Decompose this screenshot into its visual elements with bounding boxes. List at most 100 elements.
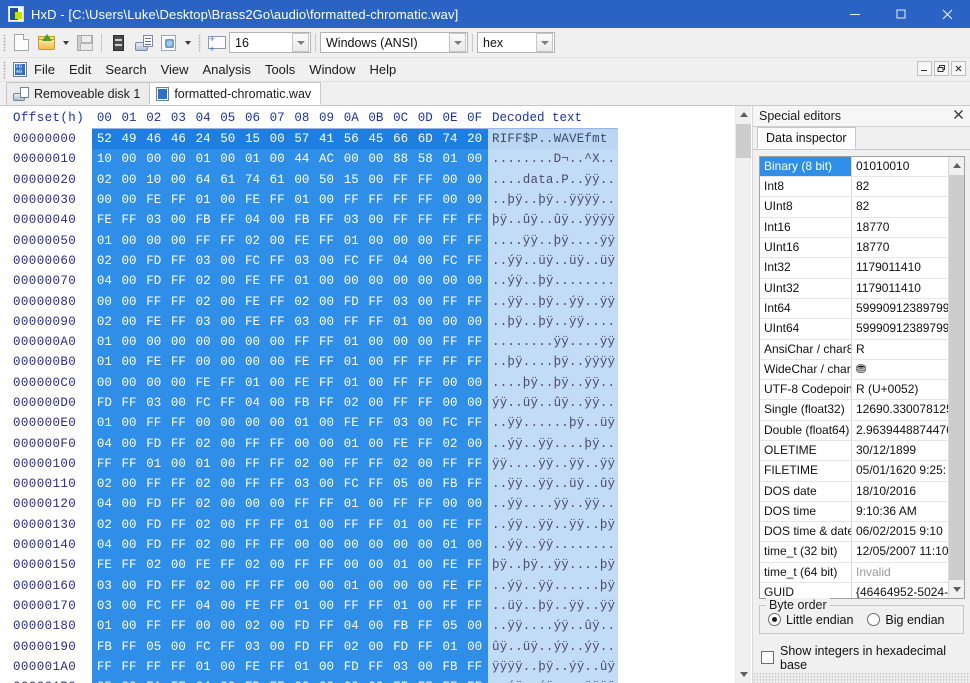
hex-byte-cell[interactable]: 15 xyxy=(240,132,265,146)
hex-byte-cell[interactable]: 03 xyxy=(92,599,117,613)
hex-byte-cell[interactable]: 00 xyxy=(364,335,389,349)
hex-byte-cell[interactable]: 46 xyxy=(166,132,191,146)
hex-byte-cell[interactable]: 46 xyxy=(141,132,166,146)
hex-byte-cell[interactable]: 00 xyxy=(314,599,339,613)
hex-byte-cell[interactable]: 00 xyxy=(364,558,389,572)
hex-row-decoded-text[interactable]: ..ýÿ..ÿÿ........ xyxy=(488,534,618,556)
hex-byte-cell[interactable]: 00 xyxy=(191,619,216,633)
hex-byte-cell[interactable]: 00 xyxy=(215,152,240,166)
hex-row-decoded-text[interactable]: ..ÿÿ..þÿ..ýÿ..ÿÿ xyxy=(488,291,618,312)
hex-byte-cell[interactable]: FF xyxy=(388,193,413,207)
hex-byte-cell[interactable]: 04 xyxy=(240,213,265,227)
hex-byte-cell[interactable]: FE xyxy=(141,315,166,329)
hex-byte-cell[interactable]: 00 xyxy=(166,335,191,349)
hex-byte-cell[interactable]: 00 xyxy=(117,152,142,166)
hex-byte-cell[interactable]: FD xyxy=(141,518,166,532)
hex-byte-cell[interactable]: 00 xyxy=(215,619,240,633)
hex-byte-cell[interactable]: FF xyxy=(215,213,240,227)
hex-byte-cell[interactable]: FF xyxy=(92,457,117,471)
hex-byte-cell[interactable]: 02 xyxy=(240,558,265,572)
hex-byte-cell[interactable]: FF xyxy=(265,193,290,207)
hex-byte-cell[interactable]: FF xyxy=(215,234,240,248)
hex-byte-cell[interactable]: 03 xyxy=(339,213,364,227)
hex-byte-cell[interactable]: 00 xyxy=(166,213,191,227)
hex-byte-cell[interactable]: FE xyxy=(191,558,216,572)
hex-byte-cell[interactable]: FF xyxy=(364,254,389,268)
hex-byte-cell[interactable]: FE xyxy=(240,193,265,207)
hex-byte-cell[interactable]: 00 xyxy=(364,213,389,227)
hex-row[interactable]: 00000010 10 00 00 00 01 00 01 00 44 AC 00 00 88 58 01 00… xyxy=(0,149,751,170)
hex-byte-cell[interactable]: FF xyxy=(462,355,487,369)
hex-byte-cell[interactable]: 00 xyxy=(215,497,240,511)
hex-byte-cell[interactable]: 00 xyxy=(462,538,487,552)
hex-byte-cell[interactable]: 00 xyxy=(413,599,438,613)
menu-edit[interactable]: Edit xyxy=(62,60,98,80)
hex-byte-cell[interactable]: 00 xyxy=(314,254,339,268)
hex-byte-cell[interactable]: 04 xyxy=(191,599,216,613)
hex-byte-cell[interactable]: FB xyxy=(290,213,315,227)
hex-byte-cell[interactable]: FD xyxy=(290,640,315,654)
hex-byte-cell[interactable]: FF xyxy=(339,518,364,532)
hex-byte-cell[interactable]: 00 xyxy=(290,437,315,451)
hex-byte-cell[interactable]: 02 xyxy=(191,579,216,593)
inspector-row-value[interactable]: 2.96394488744765 xyxy=(852,421,948,440)
hex-byte-cell[interactable]: FF xyxy=(314,376,339,390)
hex-byte-cell[interactable]: FF xyxy=(290,558,315,572)
hex-row-decoded-text[interactable]: ..þÿ..þÿ..ÿÿ.... xyxy=(488,311,618,332)
hex-byte-cell[interactable]: 04 xyxy=(339,619,364,633)
hex-byte-cell[interactable]: FF xyxy=(462,213,487,227)
hex-byte-cell[interactable]: 00 xyxy=(117,295,142,309)
hex-row-bytes[interactable]: 01 00 FF FF 00 00 02 00 FD FF 04 00 FB FF 05 00 xyxy=(92,616,488,637)
hex-byte-cell[interactable]: 00 xyxy=(462,152,487,166)
hex-row-bytes[interactable]: 00 00 FE FF 01 00 FE FF 01 00 FF FF FF FF 00 00 xyxy=(92,189,488,211)
inspector-row-value[interactable]: 1179011410 xyxy=(852,258,948,277)
hex-byte-cell[interactable]: 01 xyxy=(388,558,413,572)
hex-byte-cell[interactable]: FB xyxy=(191,213,216,227)
hex-byte-cell[interactable]: 01 xyxy=(388,518,413,532)
bytes-per-row-button[interactable] xyxy=(204,31,229,55)
hex-byte-cell[interactable]: FF xyxy=(265,295,290,309)
hex-row[interactable]: 000000F0 04 00 FD FF 02 00 FF FF 00 00 01 00 FE FF 02 00… xyxy=(0,433,751,454)
hex-row-bytes[interactable]: 03 00 FC FF 04 00 FE FF 01 00 FF FF 01 00 FF FF xyxy=(92,595,488,617)
hex-byte-cell[interactable]: 02 xyxy=(191,437,216,451)
hex-byte-cell[interactable]: FF xyxy=(166,416,191,430)
hex-byte-cell[interactable]: 00 xyxy=(462,274,487,288)
hex-byte-cell[interactable]: FF xyxy=(413,437,438,451)
hex-byte-cell[interactable]: 00 xyxy=(388,538,413,552)
hex-byte-cell[interactable]: 00 xyxy=(364,355,389,369)
inspector-row-value[interactable]: 1179011410 xyxy=(852,279,948,298)
hex-byte-cell[interactable]: FF xyxy=(265,437,290,451)
hex-row-bytes[interactable]: 02 00 FD FF 03 00 FC FF 03 00 FC FF 04 00 FC FF xyxy=(92,250,488,272)
hex-byte-cell[interactable]: 00 xyxy=(364,437,389,451)
hex-row-bytes[interactable]: FD FF 03 00 FC FF 04 00 FB FF 02 00 FF FF 00 00 xyxy=(92,392,488,414)
hex-vertical-scrollbar[interactable] xyxy=(735,106,751,683)
inspector-row[interactable]: time_t (32 bit) 12/05/2007 11:10 xyxy=(760,542,948,563)
inspector-vertical-scrollbar[interactable] xyxy=(948,156,964,598)
hex-byte-cell[interactable]: 50 xyxy=(314,173,339,187)
hex-byte-cell[interactable]: 00 xyxy=(290,173,315,187)
hex-byte-cell[interactable]: FF xyxy=(265,660,290,674)
hex-byte-cell[interactable]: FF xyxy=(388,355,413,369)
hex-row-bytes[interactable]: 52 49 46 46 24 50 15 00 57 41 56 45 66 6D 74 20 xyxy=(92,129,488,150)
hex-row-decoded-text[interactable]: ..ýÿ..üÿ..üÿ..üÿ xyxy=(488,250,618,272)
hex-byte-cell[interactable]: 02 xyxy=(339,640,364,654)
hex-byte-cell[interactable]: FF xyxy=(462,335,487,349)
hex-byte-cell[interactable]: FF xyxy=(339,315,364,329)
hex-byte-cell[interactable]: 00 xyxy=(462,640,487,654)
hex-byte-cell[interactable]: 00 xyxy=(215,193,240,207)
offset-base-dropdown[interactable] xyxy=(536,33,553,52)
hex-byte-cell[interactable]: 01 xyxy=(92,335,117,349)
hex-byte-cell[interactable]: 00 xyxy=(339,558,364,572)
hex-byte-cell[interactable]: FB xyxy=(290,396,315,410)
hex-byte-cell[interactable]: 02 xyxy=(240,234,265,248)
hex-byte-cell[interactable]: FE xyxy=(339,416,364,430)
inspector-row-value[interactable]: 30/12/1899 xyxy=(852,441,948,460)
hex-byte-cell[interactable]: 02 xyxy=(290,457,315,471)
hex-row-decoded-text[interactable]: ..üÿ..þÿ..ÿÿ..ÿÿ xyxy=(488,595,618,617)
hex-byte-cell[interactable]: 01 xyxy=(191,457,216,471)
hex-byte-cell[interactable]: FB xyxy=(438,477,463,491)
hex-byte-cell[interactable]: 00 xyxy=(117,579,142,593)
hex-byte-cell[interactable]: FF xyxy=(265,477,290,491)
hex-byte-cell[interactable]: 01 xyxy=(141,457,166,471)
menu-help[interactable]: Help xyxy=(363,60,404,80)
